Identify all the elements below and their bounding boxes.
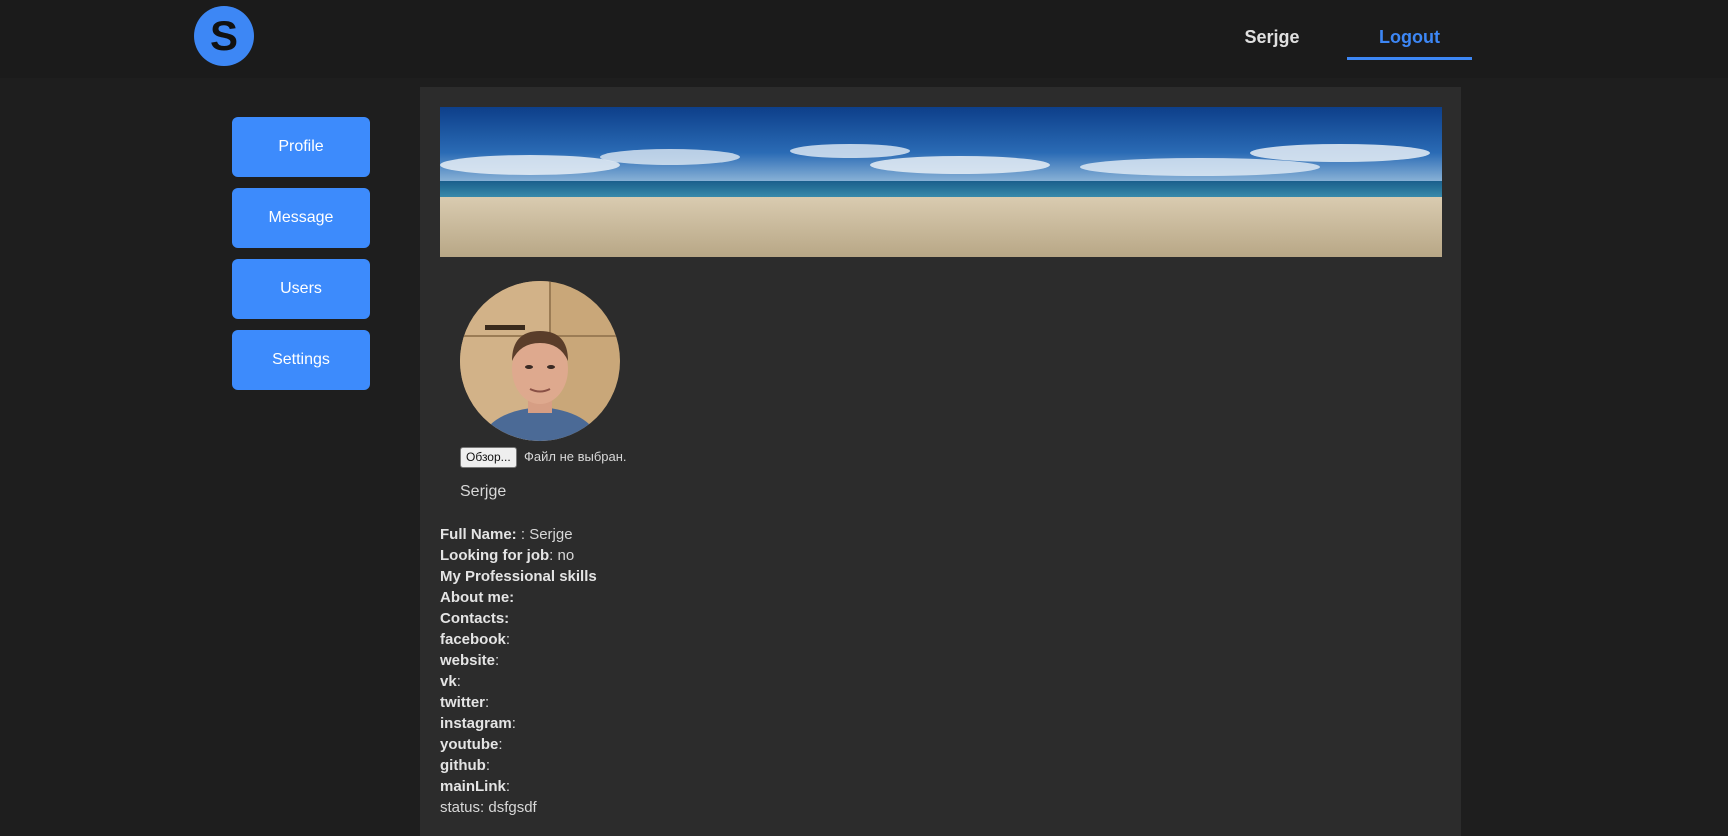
contact-value: :	[505, 631, 511, 648]
contact-value: :	[456, 673, 461, 690]
contact-value: :	[485, 694, 490, 711]
contact-label: youtube	[440, 736, 499, 753]
contact-youtube: youtube:	[440, 734, 597, 755]
about-label: About me:	[440, 589, 515, 606]
sidebar-item-settings[interactable]: Settings	[232, 330, 370, 390]
contacts-label: Contacts:	[440, 610, 510, 627]
skills-label: My Professional skills	[440, 568, 597, 585]
contact-vk: vk:	[440, 671, 597, 692]
contacts-row: Contacts:	[440, 608, 597, 629]
looking-for-job-row: Looking for job: no	[440, 545, 597, 566]
profile-avatar	[460, 281, 620, 441]
looking-for-job-label: Looking for job	[440, 547, 550, 564]
contact-facebook: facebook:	[440, 629, 597, 650]
contact-label: twitter	[440, 694, 485, 711]
contact-label: github	[440, 757, 486, 774]
contact-label: website	[440, 652, 496, 669]
contact-label: vk	[440, 673, 457, 690]
contact-website: website:	[440, 650, 597, 671]
contact-twitter: twitter:	[440, 692, 597, 713]
sidebar-item-message[interactable]: Message	[232, 188, 370, 248]
sidebar-item-users[interactable]: Users	[232, 259, 370, 319]
profile-status[interactable]: Serjge	[460, 483, 506, 501]
contact-value: :	[485, 757, 490, 774]
contact-value: :	[505, 778, 511, 795]
contact-label: mainLink	[440, 778, 506, 795]
logout-button[interactable]: Logout	[1347, 22, 1472, 60]
full-name-label: Full Name:	[440, 526, 517, 543]
profile-info: Full Name: : Serjge Looking for job: no …	[440, 524, 597, 818]
contact-value: :	[495, 652, 500, 669]
logo[interactable]: S	[194, 6, 254, 66]
contact-github: github:	[440, 755, 597, 776]
about-row: About me:	[440, 587, 597, 608]
full-name-row: Full Name: : Serjge	[440, 524, 597, 545]
choose-file-button[interactable]: Обзор...	[460, 447, 517, 468]
contact-mainlink: mainLink:	[440, 776, 597, 797]
contact-instagram: instagram:	[440, 713, 597, 734]
status-row: status: dsfgsdf	[440, 799, 537, 816]
file-status-text: Файл не выбран.	[524, 449, 627, 464]
contact-value: :	[511, 715, 516, 732]
profile-content: Обзор... Файл не выбран. Serjge Full Nam…	[420, 87, 1461, 836]
contact-label: facebook	[440, 631, 506, 648]
looking-for-job-value: : no	[549, 547, 575, 564]
full-name-value: : Serjge	[520, 526, 573, 543]
nav-user-name[interactable]: Serjge	[1212, 22, 1332, 52]
skills-row: My Professional skills	[440, 566, 597, 587]
sidebar-item-profile[interactable]: Profile	[232, 117, 370, 177]
contact-label: instagram	[440, 715, 512, 732]
profile-banner-image	[440, 107, 1442, 257]
contact-value: :	[498, 736, 503, 753]
header: S Serjge Logout	[0, 0, 1728, 78]
